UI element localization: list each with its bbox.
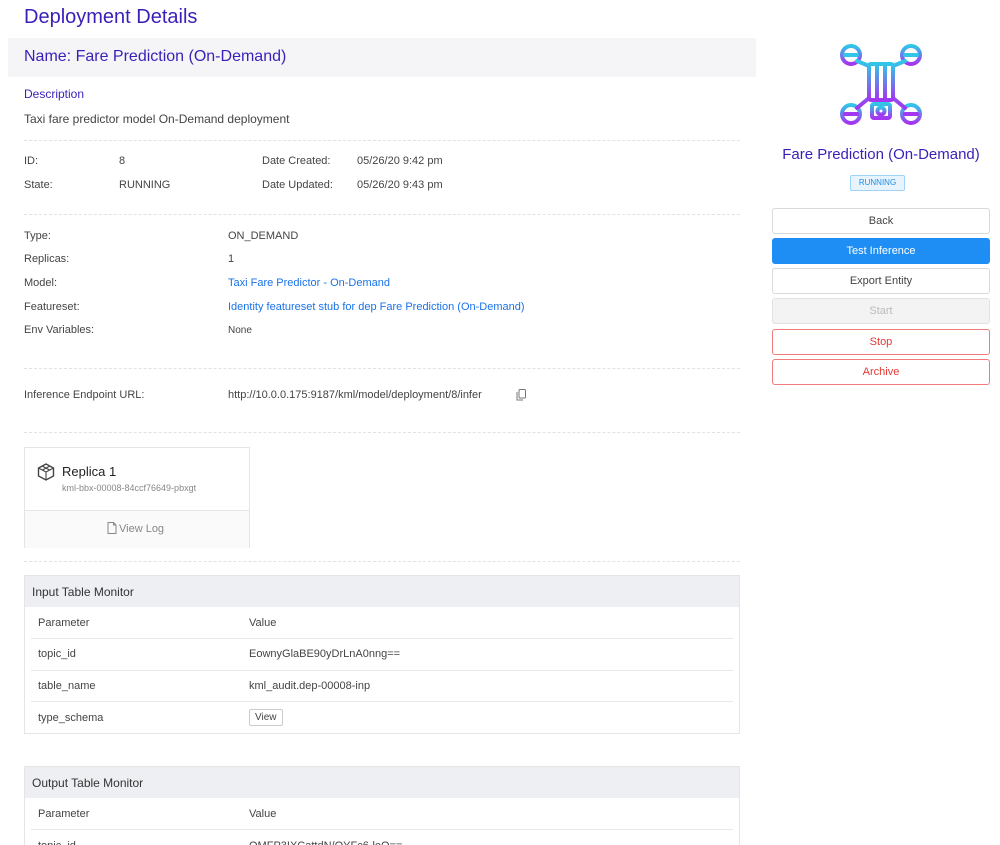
stop-button[interactable]: Stop bbox=[772, 329, 990, 355]
column-header-parameter: Parameter bbox=[31, 607, 242, 639]
endpoint-url: http://10.0.0.175:9187/kml/model/deploym… bbox=[228, 389, 482, 401]
param-cell: type_schema bbox=[38, 711, 104, 724]
id-label: ID: bbox=[24, 155, 39, 167]
table-row: topic_id OMFP3IXCattdN/OYFc6-leQ== bbox=[31, 830, 733, 845]
table-row: topic_id EownyGlaBE90yDrLnA0nng== bbox=[31, 638, 733, 671]
description-label: Description bbox=[24, 87, 85, 101]
param-cell: topic_id bbox=[31, 638, 242, 671]
drone-icon bbox=[840, 44, 922, 125]
featureset-label: Featureset: bbox=[24, 301, 80, 313]
env-variables-label: Env Variables: bbox=[24, 324, 95, 336]
type-label: Type: bbox=[24, 230, 51, 242]
name-bar: Name: Fare Prediction (On-Demand) bbox=[8, 38, 756, 77]
type-value: ON_DEMAND bbox=[228, 230, 299, 242]
env-variables-value: None bbox=[228, 325, 252, 336]
date-updated-value: 05/26/20 9:43 pm bbox=[357, 179, 443, 191]
replica-card: Replica 1 kml-bbx-00008-84ccf76649-pbxgt… bbox=[24, 447, 250, 548]
document-icon bbox=[107, 522, 117, 534]
export-entity-button[interactable]: Export Entity bbox=[772, 268, 990, 294]
replica-title: Replica 1 bbox=[62, 464, 117, 479]
divider bbox=[24, 214, 740, 215]
view-schema-button[interactable]: View bbox=[249, 709, 283, 726]
status-badge: RUNNING bbox=[850, 175, 905, 191]
sidebar-title: Fare Prediction (On-Demand) bbox=[782, 146, 980, 163]
table-header-row: Parameter Value bbox=[31, 798, 733, 830]
output-monitor-title: Output Table Monitor bbox=[25, 767, 739, 798]
value-cell: OMFP3IXCattdN/OYFc6-leQ== bbox=[242, 830, 733, 845]
column-header-value: Value bbox=[242, 607, 733, 639]
test-inference-button[interactable]: Test Inference bbox=[772, 238, 990, 264]
table-row: type_schema View bbox=[31, 702, 733, 734]
back-button[interactable]: Back bbox=[772, 208, 990, 234]
input-monitor-table: Parameter Value topic_id EownyGlaBE90yDr… bbox=[31, 607, 733, 733]
replicas-label: Replicas: bbox=[24, 253, 70, 265]
date-created-value: 05/26/20 9:42 pm bbox=[357, 155, 443, 167]
divider bbox=[24, 561, 740, 562]
featureset-link[interactable]: Identity featureset stub for dep Fare Pr… bbox=[228, 301, 525, 313]
output-table-monitor: Output Table Monitor Parameter Value top… bbox=[24, 766, 740, 845]
divider bbox=[24, 368, 740, 369]
view-log-button[interactable]: View Log bbox=[107, 522, 164, 535]
param-cell: topic_id bbox=[31, 830, 242, 845]
replica-id: kml-bbx-00008-84ccf76649-pbxgt bbox=[62, 483, 197, 493]
page-title: Deployment Details bbox=[24, 6, 198, 28]
model-label: Model: bbox=[24, 277, 58, 289]
copy-icon[interactable] bbox=[516, 389, 526, 401]
endpoint-label: Inference Endpoint URL: bbox=[24, 389, 145, 401]
deployment-name: Name: Fare Prediction (On-Demand) bbox=[24, 48, 287, 65]
input-monitor-title: Input Table Monitor bbox=[25, 576, 739, 607]
cube-icon bbox=[37, 463, 55, 481]
table-header-row: Parameter Value bbox=[31, 607, 733, 639]
replica-card-footer: View Log bbox=[25, 510, 249, 548]
archive-button[interactable]: Archive bbox=[772, 359, 990, 385]
output-monitor-table: Parameter Value topic_id OMFP3IXCattdN/O… bbox=[31, 798, 733, 845]
param-cell: table_name bbox=[31, 670, 242, 702]
input-table-monitor: Input Table Monitor Parameter Value topi… bbox=[24, 575, 740, 734]
value-cell: kml_audit.dep-00008-inp bbox=[242, 670, 733, 702]
id-value: 8 bbox=[119, 155, 126, 167]
value-cell: View bbox=[242, 702, 733, 734]
start-button[interactable]: Start bbox=[772, 298, 990, 324]
table-row: table_name kml_audit.dep-00008-inp bbox=[31, 670, 733, 702]
divider bbox=[24, 432, 740, 433]
model-link[interactable]: Taxi Fare Predictor - On-Demand bbox=[228, 277, 390, 289]
column-header-parameter: Parameter bbox=[31, 798, 242, 830]
description-text: Taxi fare predictor model On-Demand depl… bbox=[24, 112, 290, 126]
state-value: RUNNING bbox=[119, 179, 171, 191]
date-created-label: Date Created: bbox=[262, 155, 331, 167]
column-header-value: Value bbox=[242, 798, 733, 830]
divider bbox=[24, 140, 740, 141]
value-cell: EownyGlaBE90yDrLnA0nng== bbox=[242, 638, 733, 671]
state-label: State: bbox=[24, 179, 53, 191]
replicas-value: 1 bbox=[228, 253, 235, 265]
view-log-label: View Log bbox=[119, 523, 165, 535]
date-updated-label: Date Updated: bbox=[262, 179, 333, 191]
